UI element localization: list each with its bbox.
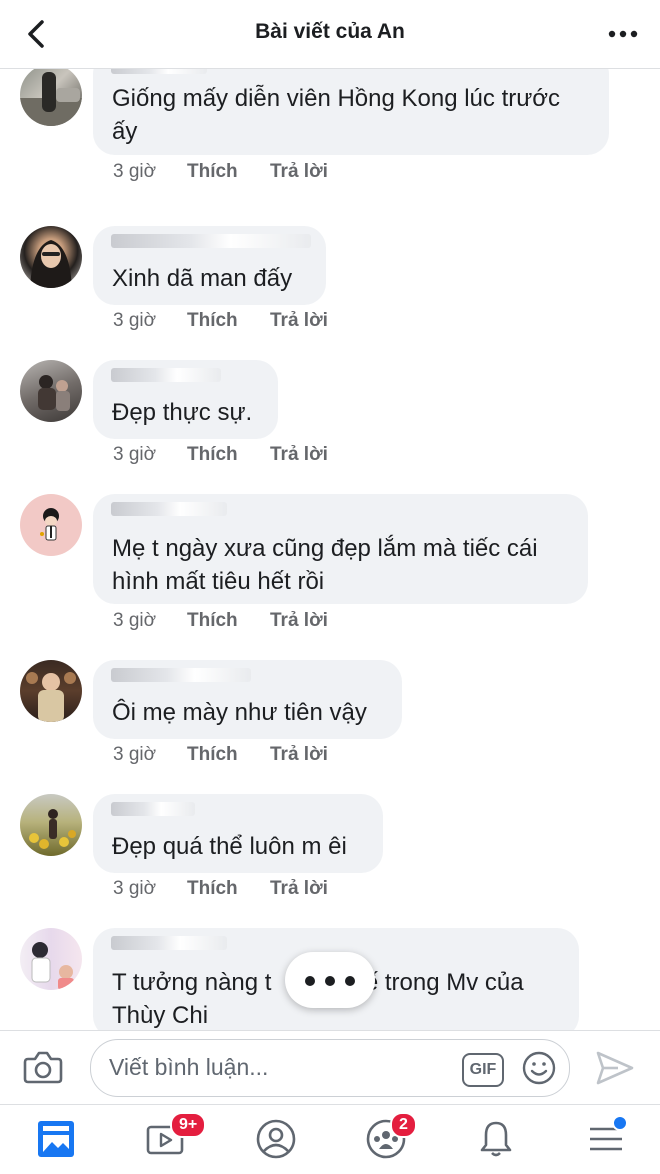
comment-bubble[interactable]: Ôi mẹ mày như tiên vậy — [93, 660, 402, 739]
menu-notification-dot — [612, 1115, 628, 1131]
reply-link[interactable]: Trả lời — [270, 444, 328, 466]
profile-icon — [256, 1119, 296, 1159]
tab-watch[interactable]: 9+ — [144, 1112, 207, 1161]
send-icon[interactable] — [594, 1049, 636, 1087]
reply-link[interactable]: Trả lời — [270, 610, 328, 632]
avatar[interactable] — [20, 660, 82, 722]
comment-time: 3 giờ — [113, 310, 157, 331]
comment-text: Giống mấy diễn viên Hồng Kong lúc trước ấ… — [112, 85, 561, 145]
comment-text: Đẹp thực sự. — [112, 399, 253, 426]
avatar[interactable] — [20, 928, 82, 990]
avatar[interactable] — [20, 68, 82, 126]
tab-menu[interactable] — [584, 1115, 628, 1161]
commenter-name-redacted — [111, 368, 221, 382]
groups-badge: 2 — [390, 1112, 417, 1138]
comment-actions: 3 giờ Thích Trả lời — [113, 161, 328, 183]
comment-composer: Viết bình luận... GIF — [0, 1030, 660, 1105]
page-title: Bài viết của An — [255, 20, 405, 43]
tab-profile[interactable] — [254, 1117, 298, 1161]
comment-text: Xinh dã man đấy — [112, 265, 293, 292]
avatar[interactable] — [20, 226, 82, 288]
like-link[interactable]: Thích — [187, 744, 270, 766]
comment-text: Đẹp quá thể luôn m êi — [112, 833, 347, 860]
comment-time: 3 giờ — [113, 878, 157, 899]
comment-actions: 3 giờ Thích Trả lời — [113, 444, 328, 466]
camera-icon[interactable] — [22, 1047, 64, 1087]
typing-indicator[interactable] — [285, 952, 375, 1008]
like-link[interactable]: Thích — [187, 161, 270, 183]
avatar[interactable] — [20, 794, 82, 856]
commenter-name-redacted — [111, 502, 227, 516]
like-link[interactable]: Thích — [187, 310, 270, 332]
notifications-icon — [480, 1121, 512, 1157]
tab-groups[interactable]: 2 — [364, 1112, 417, 1161]
comment-time: 3 giờ — [113, 161, 157, 182]
like-link[interactable]: Thích — [187, 878, 270, 900]
comment-bubble[interactable]: Mẹ t ngày xưa cũng đẹp lắm mà tiếc cái hì… — [93, 494, 588, 604]
avatar[interactable] — [20, 360, 82, 422]
reply-link[interactable]: Trả lời — [270, 310, 328, 332]
comment-actions: 3 giờ Thích Trả lời — [113, 878, 328, 900]
avatar[interactable] — [20, 494, 82, 556]
like-link[interactable]: Thích — [187, 610, 270, 632]
comment-actions: 3 giờ Thích Trả lời — [113, 744, 328, 766]
comment-bubble[interactable]: Đẹp thực sự. — [93, 360, 278, 439]
reply-link[interactable]: Trả lời — [270, 161, 328, 183]
comment-time: 3 giờ — [113, 610, 157, 631]
commenter-name-redacted — [111, 668, 251, 682]
comment-bubble[interactable]: Đẹp quá thể luôn m êi — [93, 794, 383, 873]
like-link[interactable]: Thích — [187, 444, 270, 466]
top-bar: Bài viết của An — [0, 0, 660, 69]
comment-bubble[interactable]: Giống mấy diễn viên Hồng Kong lúc trước ấ… — [93, 68, 609, 155]
comment-text: Ôi mẹ mày như tiên vậy — [112, 699, 367, 726]
commenter-name-redacted — [111, 234, 311, 248]
gif-icon[interactable]: GIF — [462, 1053, 504, 1087]
comment-time: 3 giờ — [113, 444, 157, 465]
comment-input-placeholder: Viết bình luận... — [109, 1054, 269, 1080]
news-feed-icon — [38, 1121, 74, 1157]
reply-link[interactable]: Trả lời — [270, 744, 328, 766]
commenter-name-redacted — [111, 936, 227, 950]
tab-notifications[interactable] — [474, 1117, 518, 1161]
comment-input[interactable]: Viết bình luận... GIF — [90, 1039, 570, 1097]
watch-badge: 9+ — [170, 1112, 207, 1138]
commenter-name-redacted — [111, 802, 195, 816]
comment-bubble[interactable]: Xinh dã man đấy — [93, 226, 326, 305]
tab-news-feed[interactable] — [34, 1117, 78, 1161]
bottom-tab-bar: 9+ 2 — [0, 1104, 660, 1174]
comment-actions: 3 giờ Thích Trả lời — [113, 310, 328, 332]
comment-time: 3 giờ — [113, 744, 157, 765]
comment-actions: 3 giờ Thích Trả lời — [113, 610, 328, 632]
comment-list: Giống mấy diễn viên Hồng Kong lúc trước ấ… — [0, 68, 660, 1030]
more-icon[interactable] — [608, 24, 638, 44]
reply-link[interactable]: Trả lời — [270, 878, 328, 900]
comment-text: Mẹ t ngày xưa cũng đẹp lắm mà tiếc cái hì… — [112, 535, 538, 595]
emoji-icon[interactable] — [521, 1050, 557, 1086]
